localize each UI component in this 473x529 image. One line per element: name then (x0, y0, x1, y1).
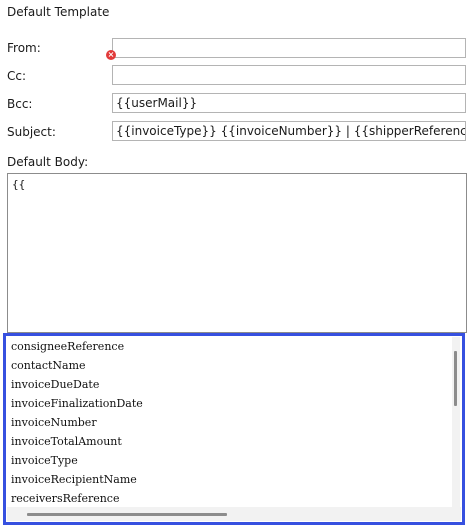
body-textarea[interactable]: {{ (7, 173, 467, 333)
list-item[interactable]: contactName (11, 356, 448, 375)
list-item[interactable]: invoiceFinalizationDate (11, 394, 448, 413)
error-icon: × (106, 50, 116, 60)
bcc-label: Bcc: (7, 97, 33, 111)
vertical-scrollbar[interactable] (452, 337, 460, 509)
from-label: From: (7, 41, 41, 55)
list-item[interactable]: consigneeReference (11, 337, 448, 356)
bcc-field[interactable]: {{userMail}} (112, 93, 466, 113)
from-field[interactable] (112, 38, 466, 58)
list-item[interactable]: invoiceRecipientName (11, 470, 448, 489)
autocomplete-list: consigneeReference contactName invoiceDu… (11, 337, 448, 508)
autocomplete-popup[interactable]: consigneeReference contactName invoiceDu… (3, 333, 465, 525)
list-item[interactable]: invoiceNumber (11, 413, 448, 432)
cc-field[interactable] (112, 65, 466, 85)
vertical-scroll-thumb[interactable] (454, 351, 457, 406)
list-item[interactable]: invoiceTotalAmount (11, 432, 448, 451)
cc-label: Cc: (7, 69, 27, 83)
subject-field[interactable]: {{invoiceType}} {{invoiceNumber}} | {{sh… (112, 121, 466, 141)
horizontal-scrollbar[interactable] (7, 507, 461, 521)
body-label: Default Body: (7, 155, 89, 169)
horizontal-scroll-thumb[interactable] (27, 513, 227, 516)
page-title: Default Template (7, 5, 110, 19)
subject-label: Subject: (7, 125, 56, 139)
list-item[interactable]: invoiceDueDate (11, 375, 448, 394)
list-item[interactable]: invoiceType (11, 451, 448, 470)
list-item[interactable]: receiversReference (11, 489, 448, 508)
